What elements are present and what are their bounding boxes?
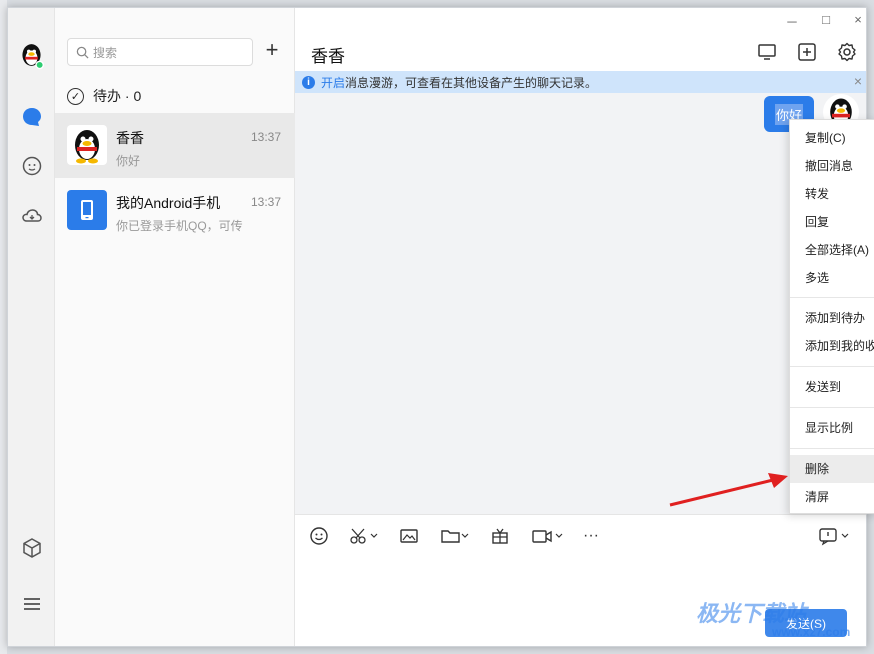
menu-item-display-scale[interactable]: 显示比例 xyxy=(790,414,874,442)
banner-text: 消息漫游，可查看在其他设备产生的聊天记录。 xyxy=(345,75,598,90)
menu-item-send-to[interactable]: 发送到 xyxy=(790,373,874,401)
contacts-icon[interactable] xyxy=(17,151,46,180)
menu-item-delete[interactable]: 删除 xyxy=(790,455,874,483)
menu-icon[interactable] xyxy=(17,589,46,618)
info-icon: i xyxy=(302,75,315,89)
qq-window: 搜索 + ✓ 待办 · 0 香香 13:37 你好 我的Android手机 13… xyxy=(7,7,867,647)
conversation-name: 我的Android手机 xyxy=(116,195,221,211)
screenshot-icon[interactable] xyxy=(349,525,379,547)
context-menu: 复制(C) 撤回消息 转发 回复 全部选择(A) 多选 添加到待办 添加到我的收… xyxy=(789,119,874,514)
menu-item-recall[interactable]: 撤回消息 xyxy=(790,152,874,180)
menu-divider xyxy=(790,407,874,408)
chat-header: 香香 － □ × xyxy=(295,8,866,71)
site-watermark: 极光下载站 www.xz7.com xyxy=(696,596,850,639)
cloud-icon[interactable] xyxy=(17,201,46,230)
menu-divider xyxy=(790,366,874,367)
minimize-button[interactable]: － xyxy=(782,12,802,31)
menu-item-clear-screen[interactable]: 清屏 xyxy=(790,483,874,511)
folder-icon[interactable] xyxy=(440,525,470,547)
close-button[interactable]: × xyxy=(848,12,866,27)
menu-item-select-all[interactable]: 全部选择(A) xyxy=(790,236,874,264)
image-icon[interactable] xyxy=(399,525,419,547)
chat-history-icon[interactable] xyxy=(818,525,852,547)
menu-item-forward[interactable]: 转发 xyxy=(790,180,874,208)
add-button[interactable]: + xyxy=(261,39,283,62)
search-input[interactable]: 搜索 xyxy=(67,38,253,66)
search-placeholder: 搜索 xyxy=(93,45,118,60)
enable-roaming-link[interactable]: 开启 xyxy=(321,74,345,91)
emoji-icon[interactable] xyxy=(309,525,329,547)
qq-avatar-icon[interactable] xyxy=(17,40,46,69)
maximize-button[interactable]: □ xyxy=(816,12,836,27)
chat-title: 香香 xyxy=(311,47,345,66)
menu-item-add-favorite[interactable]: 添加到我的收藏 xyxy=(790,332,874,360)
banner-close-button[interactable]: × xyxy=(854,73,862,89)
roaming-banner: i 开启 消息漫游，可查看在其他设备产生的聊天记录。 × xyxy=(295,71,866,93)
phone-icon xyxy=(67,190,107,230)
menu-item-reply[interactable]: 回复 xyxy=(790,208,874,236)
todo-entry[interactable]: ✓ 待办 · 0 xyxy=(67,86,141,106)
conversation-item[interactable]: 香香 13:37 你好 xyxy=(55,113,295,178)
todo-label: 待办 · 0 xyxy=(93,88,142,104)
search-icon xyxy=(76,46,89,59)
conversation-time: 13:37 xyxy=(250,130,281,144)
conversation-preview: 你已登录手机QQ，可传 xyxy=(116,219,243,233)
cube-icon[interactable] xyxy=(17,533,46,562)
conversation-item[interactable]: 我的Android手机 13:37 你已登录手机QQ，可传 xyxy=(55,178,295,243)
menu-divider xyxy=(790,448,874,449)
conversation-name: 香香 xyxy=(116,130,144,146)
nav-rail xyxy=(8,8,55,646)
menu-item-add-todo[interactable]: 添加到待办 xyxy=(790,304,874,332)
video-call-icon[interactable] xyxy=(531,525,565,547)
annotation-arrow xyxy=(669,473,788,507)
menu-item-copy[interactable]: 复制(C) xyxy=(790,124,874,152)
background-desktop xyxy=(0,0,7,654)
watermark-text: 极光下载站 xyxy=(696,601,807,626)
check-circle-icon: ✓ xyxy=(67,87,84,105)
watermark-url: www.xz7.com xyxy=(772,625,851,639)
message-icon[interactable] xyxy=(17,102,46,131)
more-tools-button[interactable]: ··· xyxy=(583,525,599,547)
conversation-list: 搜索 + ✓ 待办 · 0 香香 13:37 你好 我的Android手机 13… xyxy=(55,8,295,646)
menu-item-multi-select[interactable]: 多选 xyxy=(790,264,874,292)
conversation-preview: 你好 xyxy=(116,154,141,168)
chat-panel: 香香 － □ × i 开启 消息漫游，可查看在其他设备产生的聊天记录。 × 你好 xyxy=(295,8,866,646)
menu-divider xyxy=(790,297,874,298)
screen-share-icon[interactable] xyxy=(756,41,778,63)
gift-icon[interactable] xyxy=(490,525,510,547)
add-member-icon[interactable] xyxy=(796,41,818,63)
settings-icon[interactable] xyxy=(836,41,858,63)
qq-penguin-avatar xyxy=(67,125,107,165)
conversation-time: 13:37 xyxy=(250,195,281,209)
